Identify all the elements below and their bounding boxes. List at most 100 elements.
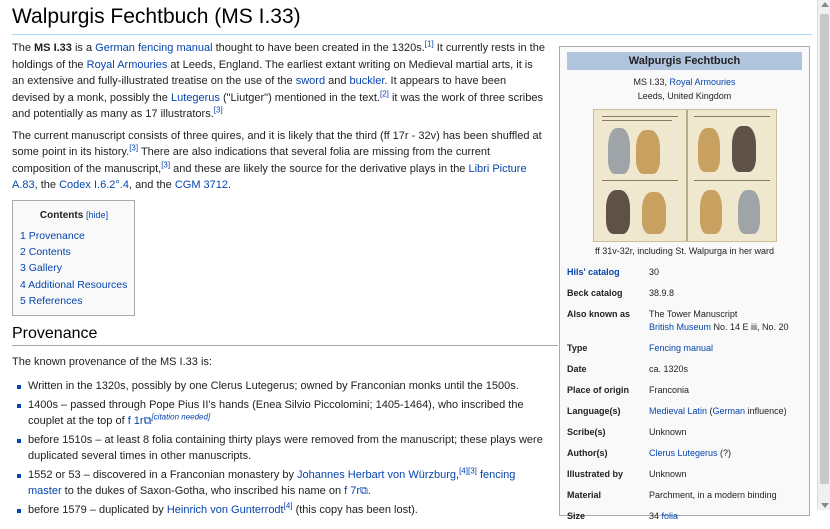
- toc-item-provenance[interactable]: 1 Provenance: [20, 230, 85, 242]
- link-clerus-lutegerus[interactable]: Clerus Lutegerus: [649, 448, 718, 458]
- infobox-row: Material Parchment, in a modern binding: [567, 487, 802, 508]
- figure-illustration: [605, 190, 630, 234]
- scroll-up-arrow-icon[interactable]: [821, 2, 829, 7]
- text: .: [228, 179, 232, 191]
- infobox-label: Also known as: [567, 309, 631, 319]
- list-item: 1552 or 53 – discovered in a Franconian …: [12, 466, 546, 500]
- figure-illustration: [697, 128, 720, 172]
- toc-item-gallery[interactable]: 3 Gallery: [20, 262, 62, 274]
- scroll-down-arrow-icon[interactable]: [821, 503, 829, 508]
- infobox-row: Date ca. 1320s: [567, 361, 802, 382]
- text: , and the: [128, 179, 175, 191]
- text: No. 14 E iii, No. 20: [711, 322, 789, 332]
- text-line: [601, 180, 678, 181]
- link-royal-armouries[interactable]: Royal Armouries: [669, 77, 735, 87]
- infobox-row: Language(s) Medieval Latin (German influ…: [567, 403, 802, 424]
- figure-illustration: [641, 192, 666, 234]
- infobox-label: Date: [567, 364, 587, 374]
- text-line: [601, 116, 678, 117]
- text: .: [367, 485, 371, 498]
- figure-illustration: [731, 126, 756, 172]
- text-line: [693, 180, 770, 181]
- link-german[interactable]: German: [713, 406, 746, 416]
- citation-3[interactable]: [3]: [129, 143, 138, 152]
- citation-3[interactable]: [3]: [161, 160, 170, 169]
- manuscript-image[interactable]: [592, 109, 777, 242]
- link-folia[interactable]: folia: [662, 511, 679, 521]
- vertical-scrollbar[interactable]: [817, 0, 830, 510]
- scrollbar-thumb[interactable]: [820, 14, 829, 484]
- citation-3[interactable]: [3]: [214, 105, 223, 114]
- link-sword[interactable]: sword: [296, 75, 325, 87]
- infobox-row: Place of origin Franconia: [567, 382, 802, 403]
- provenance-lead: The known provenance of the MS I.33 is:: [12, 355, 212, 368]
- toc-item-references[interactable]: 5 References: [20, 295, 82, 307]
- text: and these are likely the source for the …: [170, 162, 469, 175]
- list-item: before 1510s – at least 8 folia containi…: [12, 432, 546, 465]
- link-johannes-herbart[interactable]: Johannes Herbart von Würzburg: [297, 469, 456, 481]
- infobox-value: Unknown: [649, 469, 687, 479]
- toc-heading: Contents [hide]: [20, 207, 128, 225]
- link-cgm-3712[interactable]: CGM 3712: [175, 179, 228, 191]
- infobox-row: Author(s) Clerus Lutegerus (?): [567, 445, 802, 466]
- text: The Tower Manuscript: [649, 309, 738, 319]
- infobox-value: 34 folia: [649, 508, 802, 529]
- text-line: [601, 120, 672, 121]
- citation-4[interactable]: [4]: [284, 501, 293, 510]
- text: influence): [745, 406, 787, 416]
- text: 34: [649, 511, 662, 521]
- infobox-value: ca. 1320s: [649, 364, 689, 374]
- citation-1[interactable]: [1]: [425, 39, 434, 48]
- provenance-list: Written in the 1320s, possibly by one Cl…: [12, 378, 546, 518]
- link-medieval-latin[interactable]: Medieval Latin: [649, 406, 707, 416]
- infobox-row: Size 34 folia: [567, 508, 802, 529]
- infobox-value: The Tower Manuscript British Museum No. …: [649, 306, 802, 340]
- infobox-value: Parchment, in a modern binding: [649, 490, 777, 500]
- link-buckler[interactable]: buckler: [350, 75, 385, 87]
- bold-term: MS I.33: [34, 42, 72, 54]
- text: 1400s – passed through Pope Pius II's ha…: [28, 398, 524, 428]
- link-lutegerus[interactable]: Lutegerus: [171, 92, 220, 104]
- link-british-museum[interactable]: British Museum: [649, 322, 711, 332]
- infobox-label: Author(s): [567, 448, 608, 458]
- infobox-row: Scribe(s) Unknown: [567, 424, 802, 445]
- text: The: [12, 42, 35, 54]
- text: , the: [34, 179, 60, 191]
- infobox-value: Medieval Latin (German influence): [649, 403, 802, 424]
- page-title: Walpurgis Fechtbuch (MS I.33): [12, 2, 812, 35]
- toc-hide-toggle[interactable]: [hide]: [86, 210, 108, 220]
- link-fencing-manual[interactable]: Fencing manual: [649, 343, 713, 353]
- link-f1r[interactable]: f 1r: [128, 415, 144, 427]
- text: 1552 or 53 – discovered in a Franconian …: [28, 468, 298, 481]
- list-item: 1400s – passed through Pope Pius II's ha…: [12, 397, 546, 430]
- text-line: [693, 116, 770, 117]
- infobox-label: Size: [567, 511, 586, 521]
- infobox-value: Fencing manual: [649, 340, 802, 361]
- link-codex[interactable]: Codex I.6.2°.4: [59, 179, 129, 191]
- toc-item-additional-resources[interactable]: 4 Additional Resources: [20, 279, 127, 291]
- citation-needed[interactable]: [citation needed]: [151, 412, 210, 421]
- infobox-value: Unknown: [649, 427, 687, 437]
- list-item: Written in the 1320s, possibly by one Cl…: [12, 378, 546, 395]
- intro-paragraph-1: The MS I.33 is a German fencing manual t…: [12, 40, 546, 123]
- figure-illustration: [607, 128, 630, 174]
- infobox-row: Illustrated by Unknown: [567, 466, 802, 487]
- infobox-row: Beck catalog 38.9.8: [567, 285, 802, 306]
- citation-2[interactable]: [2]: [380, 89, 389, 98]
- image-caption: ff 31v-32r, including St. Walpurga in he…: [594, 246, 775, 256]
- text: is a: [71, 42, 96, 54]
- link-german-fencing-manual[interactable]: German fencing manual: [95, 42, 212, 54]
- section-heading-provenance: Provenance: [12, 325, 558, 346]
- toc-item-contents[interactable]: 2 Contents: [20, 246, 71, 258]
- text: to the dukes of Saxon-Gotha, who inscrib…: [61, 485, 345, 498]
- link-f7r[interactable]: f 7r: [344, 485, 360, 497]
- text: thought to have been created in the 1320…: [212, 42, 425, 54]
- citation-4-3[interactable]: [4][3]: [459, 466, 477, 475]
- text: MS I.33,: [633, 77, 670, 87]
- link-royal-armouries[interactable]: Royal Armouries: [87, 59, 168, 71]
- article-body: The MS I.33 is a German fencing manual t…: [12, 40, 558, 520]
- infobox-row: Type Fencing manual: [567, 340, 802, 361]
- page-fold: [685, 110, 688, 241]
- infobox-value: 30: [649, 267, 660, 277]
- infobox-label-hils-catalog[interactable]: Hils' catalog: [567, 267, 620, 277]
